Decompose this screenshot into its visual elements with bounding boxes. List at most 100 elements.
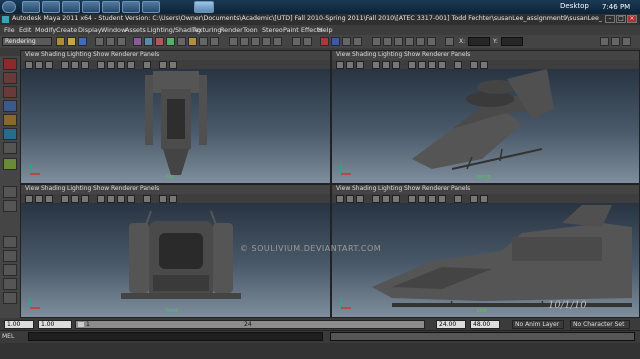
vp-menu-renderer[interactable]: Renderer bbox=[422, 185, 449, 192]
wireframe-icon[interactable] bbox=[97, 195, 105, 203]
layout-persp-graph-icon[interactable] bbox=[3, 250, 17, 262]
lights-icon[interactable] bbox=[438, 61, 446, 69]
camera-select-icon[interactable] bbox=[25, 61, 33, 69]
taskbar-app-chrome[interactable] bbox=[82, 1, 100, 13]
grid-icon[interactable] bbox=[61, 61, 69, 69]
viewport-top[interactable]: View Shading Lighting Show Renderer Pane… bbox=[20, 50, 331, 184]
playback-end-field[interactable]: 24.00 bbox=[436, 320, 466, 329]
range-slider[interactable]: 1 24 bbox=[75, 320, 425, 329]
snap-grid-icon[interactable] bbox=[229, 37, 238, 46]
layout-outliner-icon[interactable] bbox=[3, 292, 17, 304]
vp-menu-renderer[interactable]: Renderer bbox=[111, 51, 138, 58]
menu-help[interactable]: Help bbox=[318, 26, 333, 34]
taskbar-app-explorer[interactable] bbox=[42, 1, 60, 13]
save-scene-icon[interactable] bbox=[78, 37, 87, 46]
make-live-icon[interactable] bbox=[273, 37, 282, 46]
xray-icon[interactable] bbox=[169, 195, 177, 203]
menu-file[interactable]: File bbox=[4, 26, 15, 34]
grid-icon[interactable] bbox=[372, 195, 380, 203]
snap-view-plane-icon[interactable] bbox=[262, 37, 271, 46]
bookmarks-icon[interactable] bbox=[45, 61, 53, 69]
vp-menu-shading[interactable]: Shading bbox=[352, 185, 376, 192]
snap-point-icon[interactable] bbox=[251, 37, 260, 46]
render-settings-icon[interactable] bbox=[353, 37, 362, 46]
taskbar-app-maya[interactable] bbox=[194, 1, 214, 13]
select-component-icon[interactable] bbox=[117, 37, 126, 46]
mask-deformations-icon[interactable] bbox=[177, 37, 186, 46]
range-slider-handle[interactable] bbox=[78, 322, 84, 327]
camera-select-icon[interactable] bbox=[336, 61, 344, 69]
smooth-shade-icon[interactable] bbox=[107, 61, 115, 69]
resolution-gate-icon[interactable] bbox=[81, 61, 89, 69]
vp-menu-panels[interactable]: Panels bbox=[140, 185, 159, 192]
vp-menu-panels[interactable]: Panels bbox=[451, 51, 470, 58]
xray-icon[interactable] bbox=[169, 61, 177, 69]
scale-tool-icon[interactable] bbox=[3, 128, 17, 140]
menu-toon[interactable]: Toon bbox=[243, 26, 258, 34]
menu-paint-effects[interactable]: Paint Effects bbox=[283, 26, 323, 34]
taskbar-app-photoshop[interactable] bbox=[102, 1, 120, 13]
textured-icon[interactable] bbox=[117, 61, 125, 69]
vp-menu-renderer[interactable]: Renderer bbox=[111, 185, 138, 192]
lights-icon[interactable] bbox=[127, 195, 135, 203]
lights-icon[interactable] bbox=[438, 195, 446, 203]
shadows-icon[interactable] bbox=[143, 195, 151, 203]
mask-surfaces-icon[interactable] bbox=[166, 37, 175, 46]
vp-menu-lighting[interactable]: Lighting bbox=[378, 51, 402, 58]
menu-display[interactable]: Display bbox=[78, 26, 102, 34]
select-object-icon[interactable] bbox=[106, 37, 115, 46]
vp-menu-view[interactable]: View bbox=[25, 185, 39, 192]
vp-menu-panels[interactable]: Panels bbox=[140, 51, 159, 58]
camera-attributes-icon[interactable] bbox=[35, 61, 43, 69]
character-set-dropdown[interactable]: No Character Set bbox=[570, 320, 630, 329]
layout-four-pane-icon[interactable] bbox=[3, 200, 17, 212]
menu-assets[interactable]: Assets bbox=[125, 26, 146, 34]
wireframe-icon[interactable] bbox=[97, 61, 105, 69]
viewport-scene[interactable]: top bbox=[21, 69, 330, 183]
desktop-toolbar-label[interactable]: Desktop bbox=[560, 2, 589, 10]
bookmarks-icon[interactable] bbox=[356, 61, 364, 69]
paint-select-tool-icon[interactable] bbox=[3, 86, 17, 98]
last-tool-icon[interactable] bbox=[3, 158, 17, 170]
wireframe-icon[interactable] bbox=[408, 61, 416, 69]
isolate-select-icon[interactable] bbox=[159, 195, 167, 203]
menu-set-dropdown[interactable]: Rendering bbox=[2, 37, 52, 46]
history-icon[interactable] bbox=[292, 37, 301, 46]
render-current-frame-icon[interactable] bbox=[331, 37, 340, 46]
resolution-gate-icon[interactable] bbox=[392, 61, 400, 69]
toggle-attribute-editor-icon[interactable] bbox=[600, 37, 609, 46]
taskbar-app-media[interactable] bbox=[62, 1, 80, 13]
smooth-shade-icon[interactable] bbox=[107, 195, 115, 203]
select-hierarchy-icon[interactable] bbox=[95, 37, 104, 46]
vp-menu-shading[interactable]: Shading bbox=[41, 185, 65, 192]
vp-menu-view[interactable]: View bbox=[25, 51, 39, 58]
vp-menu-panels[interactable]: Panels bbox=[451, 185, 470, 192]
mask-curves-icon[interactable] bbox=[155, 37, 164, 46]
field-y-input[interactable] bbox=[501, 37, 523, 46]
menu-create[interactable]: Create bbox=[56, 26, 77, 34]
vp-menu-lighting[interactable]: Lighting bbox=[378, 185, 402, 192]
camera-attributes-icon[interactable] bbox=[346, 61, 354, 69]
mask-handles-icon[interactable] bbox=[133, 37, 142, 46]
bookmarks-icon[interactable] bbox=[45, 195, 53, 203]
mask-dynamics-icon[interactable] bbox=[188, 37, 197, 46]
render-view-icon[interactable] bbox=[320, 37, 329, 46]
lights-icon[interactable] bbox=[127, 61, 135, 69]
vp-menu-show[interactable]: Show bbox=[404, 51, 420, 58]
grid-icon[interactable] bbox=[372, 61, 380, 69]
move-tool-icon[interactable] bbox=[3, 100, 17, 112]
rename-icon[interactable] bbox=[416, 37, 425, 46]
film-gate-icon[interactable] bbox=[71, 195, 79, 203]
ipr-render-icon[interactable] bbox=[342, 37, 351, 46]
input-line-menu-icon[interactable] bbox=[383, 37, 392, 46]
vp-menu-lighting[interactable]: Lighting bbox=[67, 51, 91, 58]
open-scene-icon[interactable] bbox=[67, 37, 76, 46]
film-gate-icon[interactable] bbox=[382, 195, 390, 203]
toggle-tool-settings-icon[interactable] bbox=[611, 37, 620, 46]
layout-single-pane-icon[interactable] bbox=[3, 186, 17, 198]
relative-transform-icon[interactable] bbox=[405, 37, 414, 46]
start-button[interactable] bbox=[2, 1, 16, 13]
taskbar-app-itunes[interactable] bbox=[122, 1, 140, 13]
resolution-gate-icon[interactable] bbox=[392, 195, 400, 203]
layout-hypershade-icon[interactable] bbox=[3, 264, 17, 276]
